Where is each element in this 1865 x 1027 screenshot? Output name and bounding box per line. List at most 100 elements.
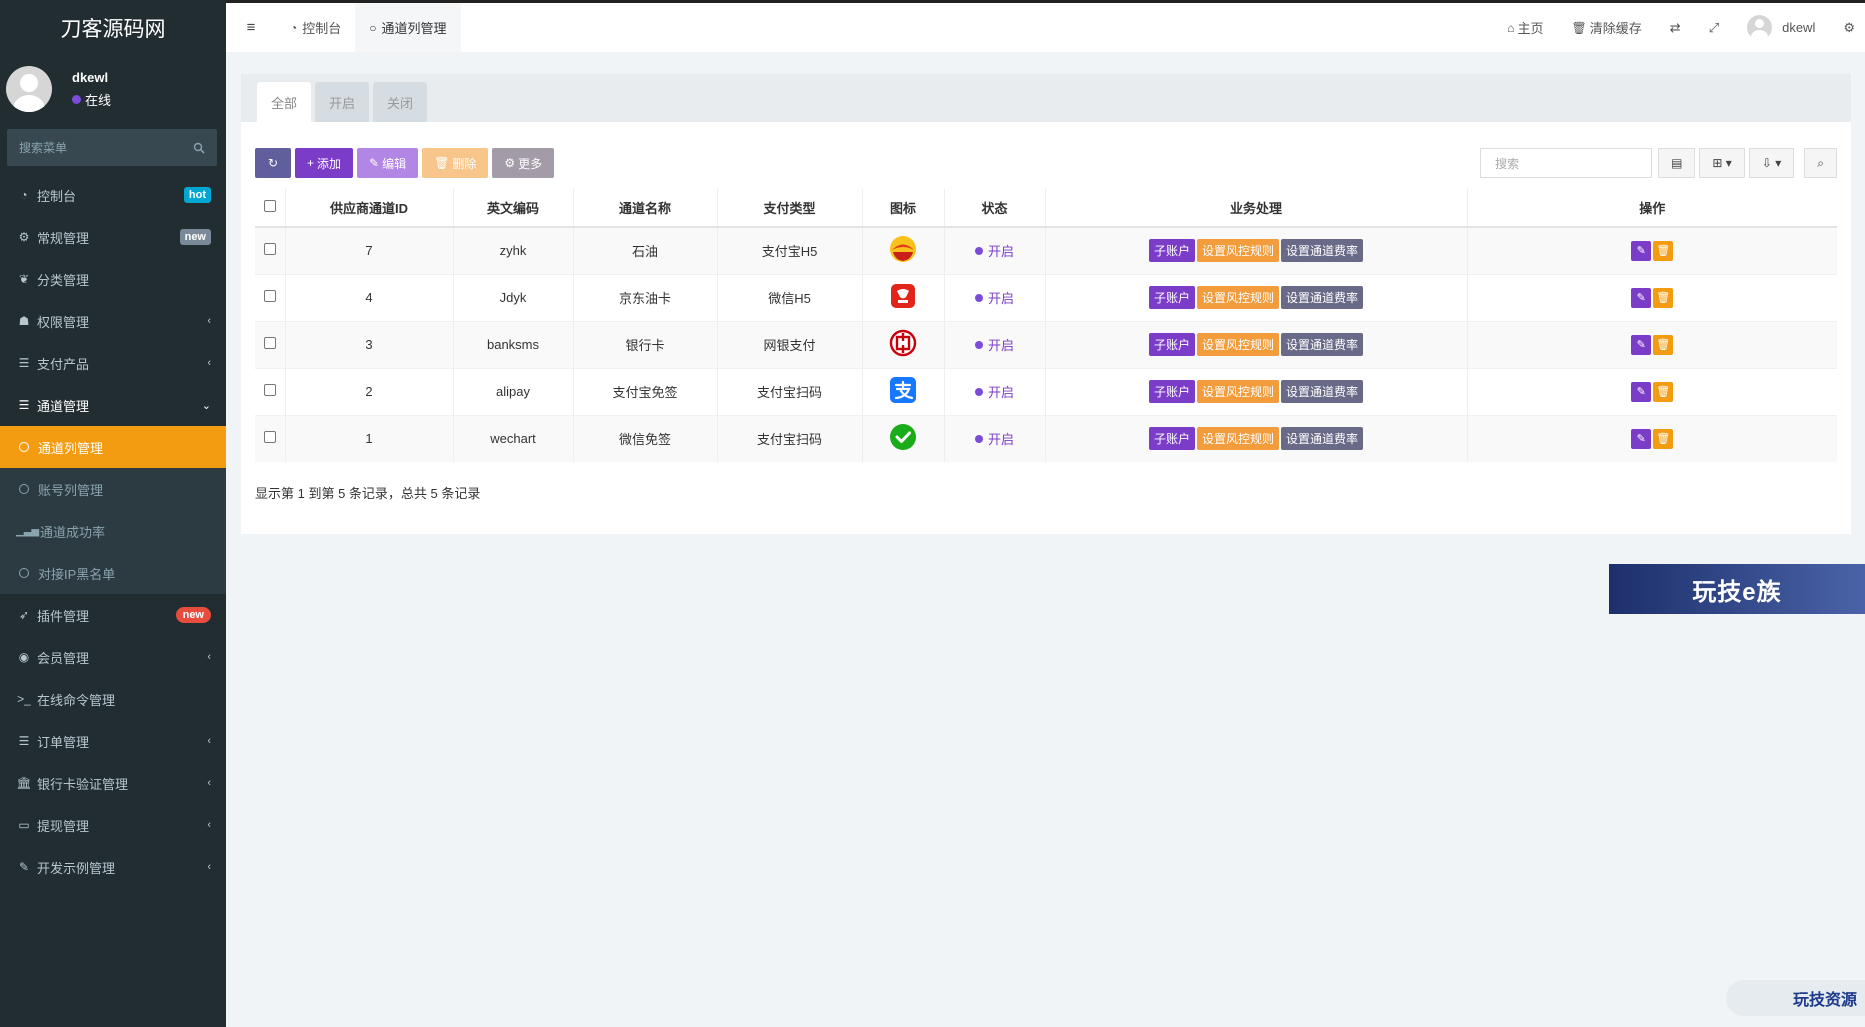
- tab-disabled[interactable]: 关闭: [373, 82, 428, 122]
- sidebar-item-dev-example[interactable]: ✎ 开发示例管理 ‹: [0, 846, 226, 888]
- hot-badge: hot: [183, 187, 211, 203]
- settings-gear-icon[interactable]: ⚙: [1829, 20, 1865, 36]
- sidebar-item-bank-verify[interactable]: 🏛 银行卡验证管理 ‹: [0, 762, 226, 804]
- sidebar-item-success-rate[interactable]: ▁▃▅ 通道成功率: [0, 510, 226, 552]
- edit-row-button[interactable]: ✎: [1631, 287, 1652, 308]
- pagination-info: 显示第 1 到第 5 条记录，总共 5 条记录: [255, 486, 481, 501]
- sidebar-toggle-icon[interactable]: ≡: [226, 19, 276, 36]
- tab-dashboard[interactable]: ◔ 控制台: [276, 3, 355, 52]
- sidebar-item-withdraw[interactable]: ▭ 提现管理 ‹: [0, 804, 226, 846]
- language-icon[interactable]: ⇄: [1656, 20, 1695, 36]
- sidebar-item-payment-product[interactable]: ☰ 支付产品 ‹: [0, 342, 226, 384]
- menu-search-input[interactable]: 搜索菜单: [7, 129, 217, 166]
- tab-enabled[interactable]: 开启: [315, 82, 370, 122]
- risk-rules-button[interactable]: 设置风控规则: [1196, 286, 1279, 309]
- fullscreen-icon[interactable]: ⤢: [1695, 20, 1733, 36]
- channel-rate-button[interactable]: 设置通道费率: [1281, 380, 1364, 403]
- row-checkbox[interactable]: [263, 290, 276, 302]
- col-icon[interactable]: 图标: [861, 189, 944, 228]
- home-link[interactable]: ⌂ 主页: [1493, 18, 1557, 37]
- table-search-input[interactable]: 搜索: [1480, 148, 1653, 178]
- edit-row-button[interactable]: ✎: [1631, 240, 1652, 261]
- sidebar-item-orders[interactable]: ☰ 订单管理 ‹: [0, 720, 226, 762]
- row-checkbox[interactable]: [263, 384, 276, 396]
- sub-account-button[interactable]: 子账户: [1148, 427, 1195, 451]
- sub-account-button[interactable]: 子账户: [1148, 239, 1195, 263]
- sidebar-item-general[interactable]: ⚙ 常规管理 new: [0, 216, 226, 258]
- sidebar-menu: ◔ 控制台 hot ⚙ 常规管理 new ❦ 分类管理 ☗ 权限管理 ‹ ☰ 支付产品 ‹ ☰ 通道…: [0, 174, 226, 888]
- export-dropdown[interactable]: ⇩ ▾: [1748, 148, 1795, 178]
- risk-rules-button[interactable]: 设置风控规则: [1196, 239, 1279, 263]
- sidebar-item-auth[interactable]: ☗ 权限管理 ‹: [0, 300, 226, 342]
- sidebar-item-dashboard[interactable]: ◔ 控制台 hot: [0, 174, 226, 216]
- delete-row-button[interactable]: 🗑: [1653, 240, 1674, 261]
- edit-row-button[interactable]: ✎: [1631, 381, 1652, 402]
- search-icon[interactable]: [193, 142, 205, 154]
- sub-account-button[interactable]: 子账户: [1148, 333, 1195, 356]
- risk-rules-button[interactable]: 设置风控规则: [1196, 333, 1279, 356]
- edit-button[interactable]: ✎ 编辑: [357, 148, 419, 178]
- watermark-corner: 玩技资源: [1726, 980, 1865, 1016]
- circle-icon: [19, 568, 29, 578]
- delete-row-button[interactable]: 🗑: [1653, 287, 1674, 308]
- tab-channel-list[interactable]: ○ 通道列管理: [355, 3, 461, 52]
- user-menu[interactable]: dkewl: [1733, 15, 1829, 40]
- col-status[interactable]: 状态: [943, 189, 1045, 228]
- channel-rate-button[interactable]: 设置通道费率: [1281, 333, 1364, 356]
- list-icon: ☰: [18, 398, 30, 412]
- avatar: [6, 66, 52, 112]
- row-checkbox[interactable]: [263, 431, 276, 444]
- delete-button[interactable]: 🗑 删除: [422, 148, 489, 178]
- circle-icon: ○: [369, 20, 377, 35]
- risk-rules-button[interactable]: 设置风控规则: [1196, 380, 1279, 403]
- more-button[interactable]: ⚙ 更多: [492, 148, 555, 178]
- sidebar-item-members[interactable]: ◉ 会员管理 ‹: [0, 636, 226, 678]
- col-id[interactable]: 供应商通道ID: [284, 189, 453, 228]
- edit-row-button[interactable]: ✎: [1631, 334, 1652, 355]
- circle-icon: [19, 484, 29, 494]
- status-badge: 开启: [974, 429, 1014, 448]
- leaf-icon: ❦: [18, 272, 30, 286]
- col-type[interactable]: 支付类型: [716, 189, 862, 228]
- user-name: dkewl: [72, 69, 109, 85]
- refresh-button[interactable]: ↻: [255, 148, 291, 178]
- channel-rate-button[interactable]: 设置通道费率: [1281, 286, 1364, 309]
- row-checkbox[interactable]: [263, 337, 276, 349]
- channel-table: 供应商通道ID 英文编码 通道名称 支付类型 图标 状态 业务处理 操作 7 z…: [255, 189, 1837, 462]
- col-code[interactable]: 英文编码: [452, 189, 573, 228]
- pencil-icon: ✎: [369, 156, 380, 170]
- sub-account-button[interactable]: 子账户: [1148, 380, 1195, 403]
- avatar: [1747, 15, 1773, 40]
- select-all-checkbox[interactable]: [263, 200, 276, 212]
- tab-all[interactable]: 全部: [257, 82, 312, 122]
- channel-rate-button[interactable]: 设置通道费率: [1281, 239, 1364, 263]
- status-badge: 开启: [974, 335, 1014, 354]
- sidebar-item-plugins[interactable]: ➶ 插件管理 new: [0, 594, 226, 636]
- sub-account-button[interactable]: 子账户: [1148, 286, 1195, 309]
- advanced-search-button[interactable]: ⌕: [1804, 148, 1837, 178]
- sidebar-item-category[interactable]: ❦ 分类管理: [0, 258, 226, 300]
- row-checkbox[interactable]: [263, 243, 276, 256]
- user-status: 在线: [72, 90, 111, 109]
- add-button[interactable]: + 添加: [295, 148, 354, 178]
- risk-rules-button[interactable]: 设置风控规则: [1196, 427, 1279, 451]
- clear-cache-button[interactable]: 🗑 清除缓存: [1558, 18, 1656, 37]
- dashboard-icon: ◔: [20, 188, 28, 202]
- logo[interactable]: 刀客源码网: [0, 0, 226, 55]
- sidebar-item-ip-blacklist[interactable]: 对接IP黑名单: [0, 552, 226, 594]
- sidebar-item-channel-list[interactable]: 通道列管理: [0, 426, 226, 468]
- sidebar-item-online-command[interactable]: >_ 在线命令管理: [0, 678, 226, 720]
- col-name[interactable]: 通道名称: [572, 189, 717, 228]
- sidebar-item-account-list[interactable]: 账号列管理: [0, 468, 226, 510]
- refresh-icon: ↻: [267, 156, 279, 170]
- status-badge: 开启: [974, 382, 1014, 401]
- toggle-view-button[interactable]: ▤: [1658, 148, 1696, 178]
- delete-row-button[interactable]: 🗑: [1653, 428, 1674, 449]
- columns-dropdown[interactable]: ⊞ ▾: [1699, 148, 1745, 178]
- edit-row-button[interactable]: ✎: [1631, 428, 1652, 449]
- delete-row-button[interactable]: 🗑: [1653, 381, 1674, 402]
- channel-rate-button[interactable]: 设置通道费率: [1281, 427, 1364, 451]
- sidebar-item-channel[interactable]: ☰ 通道管理 ⌄: [0, 384, 226, 426]
- delete-row-button[interactable]: 🗑: [1653, 334, 1674, 355]
- table-row: 3 banksms 银行卡 网银支付 开启 子账户 设置风控规则 设置通道费率 ✎ 🗑: [255, 320, 1837, 368]
